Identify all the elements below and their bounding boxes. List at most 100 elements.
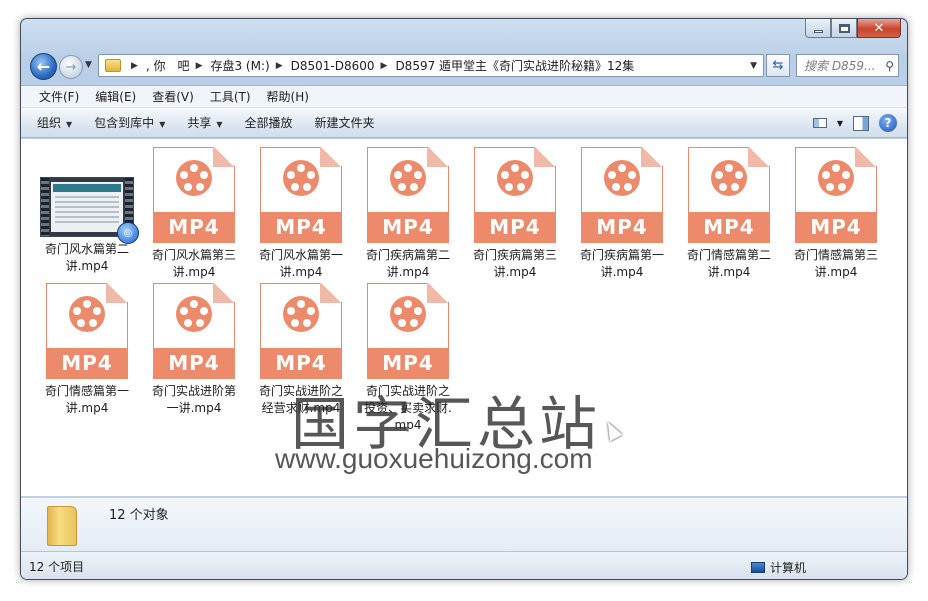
mouse-cursor-icon	[601, 418, 623, 442]
share-label: 共享	[187, 116, 212, 130]
chevron-right-icon[interactable]: ▶	[381, 61, 388, 71]
chevron-right-icon[interactable]: ▶	[276, 61, 283, 71]
preview-pane-icon[interactable]	[853, 115, 869, 131]
mp4-file-icon: MP4	[153, 147, 235, 243]
mp4-badge: MP4	[153, 212, 235, 243]
share-button[interactable]: 共享 ▼	[179, 114, 230, 131]
file-name: 奇门风水篇第二讲.mp4	[44, 242, 129, 273]
mp4-file-icon: MP4	[367, 147, 449, 243]
film-reel-icon	[69, 296, 105, 332]
mp4-file-icon: MP4	[367, 283, 449, 379]
mp4-file-icon: MP4	[260, 147, 342, 243]
chevron-down-icon: ▼	[159, 120, 166, 129]
computer-icon	[751, 562, 765, 573]
mp4-badge: MP4	[153, 348, 235, 379]
address-bar[interactable]: ▶ , 你 吧 ▶ 存盘3 (M:) ▶ D8501-D8600 ▶ D8597…	[98, 54, 764, 77]
file-item[interactable]: MP4 奇门情感篇第三讲.mp4	[784, 147, 888, 281]
file-item[interactable]: MP4 奇门情感篇第二讲.mp4	[677, 147, 781, 281]
mp4-file-icon: MP4	[260, 283, 342, 379]
watermark-url: www.guoxuehuizong.com	[275, 443, 593, 474]
breadcrumb-range-folder[interactable]: D8501-D8600	[291, 59, 375, 73]
help-icon[interactable]: ?	[879, 114, 897, 132]
page-fold	[213, 283, 235, 303]
file-item[interactable]: MP4 奇门情感篇第一讲.mp4	[35, 283, 139, 417]
media-player-badge-icon: ◎	[117, 222, 139, 244]
film-reel-icon	[176, 296, 212, 332]
menu-tools[interactable]: 工具(T)	[202, 88, 259, 105]
include-library-label: 包含到库中	[94, 116, 155, 130]
breadcrumb-user[interactable]: , 你 吧	[146, 57, 190, 74]
minimize-button[interactable]	[805, 19, 831, 38]
file-name: 奇门风水篇第三讲.mp4	[151, 248, 236, 279]
page-fold	[534, 147, 556, 167]
page-fold	[641, 147, 663, 167]
film-reel-icon	[711, 160, 747, 196]
folder-icon	[105, 59, 121, 72]
file-item[interactable]: MP4 奇门风水篇第三讲.mp4	[142, 147, 246, 281]
file-item[interactable]: MP4 奇门实战进阶第一讲.mp4	[142, 283, 246, 417]
maximize-button[interactable]	[831, 19, 857, 38]
page-fold	[855, 147, 877, 167]
file-item[interactable]: MP4 奇门风水篇第一讲.mp4	[249, 147, 353, 281]
film-reel-icon	[283, 296, 319, 332]
search-input[interactable]: 搜索 D859... ⚲	[796, 54, 899, 77]
chevron-down-icon: ▼	[216, 120, 223, 129]
address-row: ← → ▼ ▶ , 你 吧 ▶ 存盘3 (M:) ▶ D8501-D8600 ▶…	[21, 51, 907, 83]
file-name: 奇门疾病篇第三讲.mp4	[472, 248, 557, 279]
menu-edit[interactable]: 编辑(E)	[87, 88, 144, 105]
mp4-file-icon: MP4	[795, 147, 877, 243]
mp4-badge: MP4	[688, 212, 770, 243]
mp4-badge: MP4	[367, 348, 449, 379]
close-button[interactable]: ✕	[857, 19, 901, 38]
video-thumbnail-icon: ◎	[40, 177, 139, 244]
play-all-button[interactable]: 全部播放	[237, 114, 301, 131]
mp4-file-icon: MP4	[474, 147, 556, 243]
breadcrumb-current-folder[interactable]: D8597 遁甲堂主《奇门实战进阶秘籍》12集	[395, 57, 634, 74]
chevron-down-icon: ▼	[85, 60, 92, 70]
organize-button[interactable]: 组织 ▼	[29, 114, 80, 131]
film-reel-icon	[497, 160, 533, 196]
search-icon[interactable]: ⚲	[885, 59, 894, 73]
back-arrow-icon: ←	[36, 57, 51, 76]
mp4-badge: MP4	[46, 348, 128, 379]
command-bar: 组织 ▼ 包含到库中 ▼ 共享 ▼ 全部播放 新建文件夹 ▼ ?	[21, 107, 907, 138]
file-item[interactable]: MP4 奇门疾病篇第二讲.mp4	[356, 147, 460, 281]
film-reel-icon	[604, 160, 640, 196]
menu-bar: 文件(F) 编辑(E) 查看(V) 工具(T) 帮助(H)	[21, 85, 907, 107]
change-view-icon[interactable]	[812, 118, 827, 128]
chevron-right-icon[interactable]: ▶	[196, 61, 203, 71]
chevron-right-icon[interactable]: ▶	[131, 61, 138, 71]
file-item[interactable]: ◎ 奇门风水篇第二讲.mp4	[35, 139, 139, 275]
include-in-library-button[interactable]: 包含到库中 ▼	[86, 114, 173, 131]
caption-buttons: ✕	[805, 19, 901, 38]
menu-file[interactable]: 文件(F)	[31, 88, 87, 105]
page-fold	[106, 283, 128, 303]
recent-pages-dropdown[interactable]: ▼	[85, 60, 92, 70]
page-fold	[427, 147, 449, 167]
address-dropdown-icon[interactable]: ▼	[750, 61, 757, 71]
forward-button[interactable]: →	[59, 55, 83, 79]
object-count: 12 个对象	[109, 508, 169, 523]
menu-view[interactable]: 查看(V)	[144, 88, 202, 105]
refresh-button[interactable]: ⇆	[766, 54, 790, 77]
details-pane: 12 个对象	[21, 497, 907, 551]
mp4-badge: MP4	[260, 212, 342, 243]
file-name: 奇门风水篇第一讲.mp4	[258, 248, 343, 279]
close-icon: ✕	[873, 20, 885, 36]
breadcrumb-drive[interactable]: 存盘3 (M:)	[210, 57, 269, 74]
file-name: 奇门情感篇第一讲.mp4	[44, 384, 129, 415]
new-folder-button[interactable]: 新建文件夹	[307, 114, 383, 131]
file-item[interactable]: MP4 奇门疾病篇第一讲.mp4	[570, 147, 674, 281]
file-name: 奇门疾病篇第一讲.mp4	[579, 248, 664, 279]
page-fold	[320, 283, 342, 303]
mp4-file-icon: MP4	[581, 147, 663, 243]
chevron-down-icon[interactable]: ▼	[837, 119, 843, 128]
mp4-badge: MP4	[260, 348, 342, 379]
film-reel-icon	[176, 160, 212, 196]
mp4-file-icon: MP4	[688, 147, 770, 243]
film-reel-icon	[818, 160, 854, 196]
menu-help[interactable]: 帮助(H)	[259, 88, 317, 105]
back-button[interactable]: ←	[30, 53, 57, 80]
mp4-badge: MP4	[474, 212, 556, 243]
file-item[interactable]: MP4 奇门疾病篇第三讲.mp4	[463, 147, 567, 281]
